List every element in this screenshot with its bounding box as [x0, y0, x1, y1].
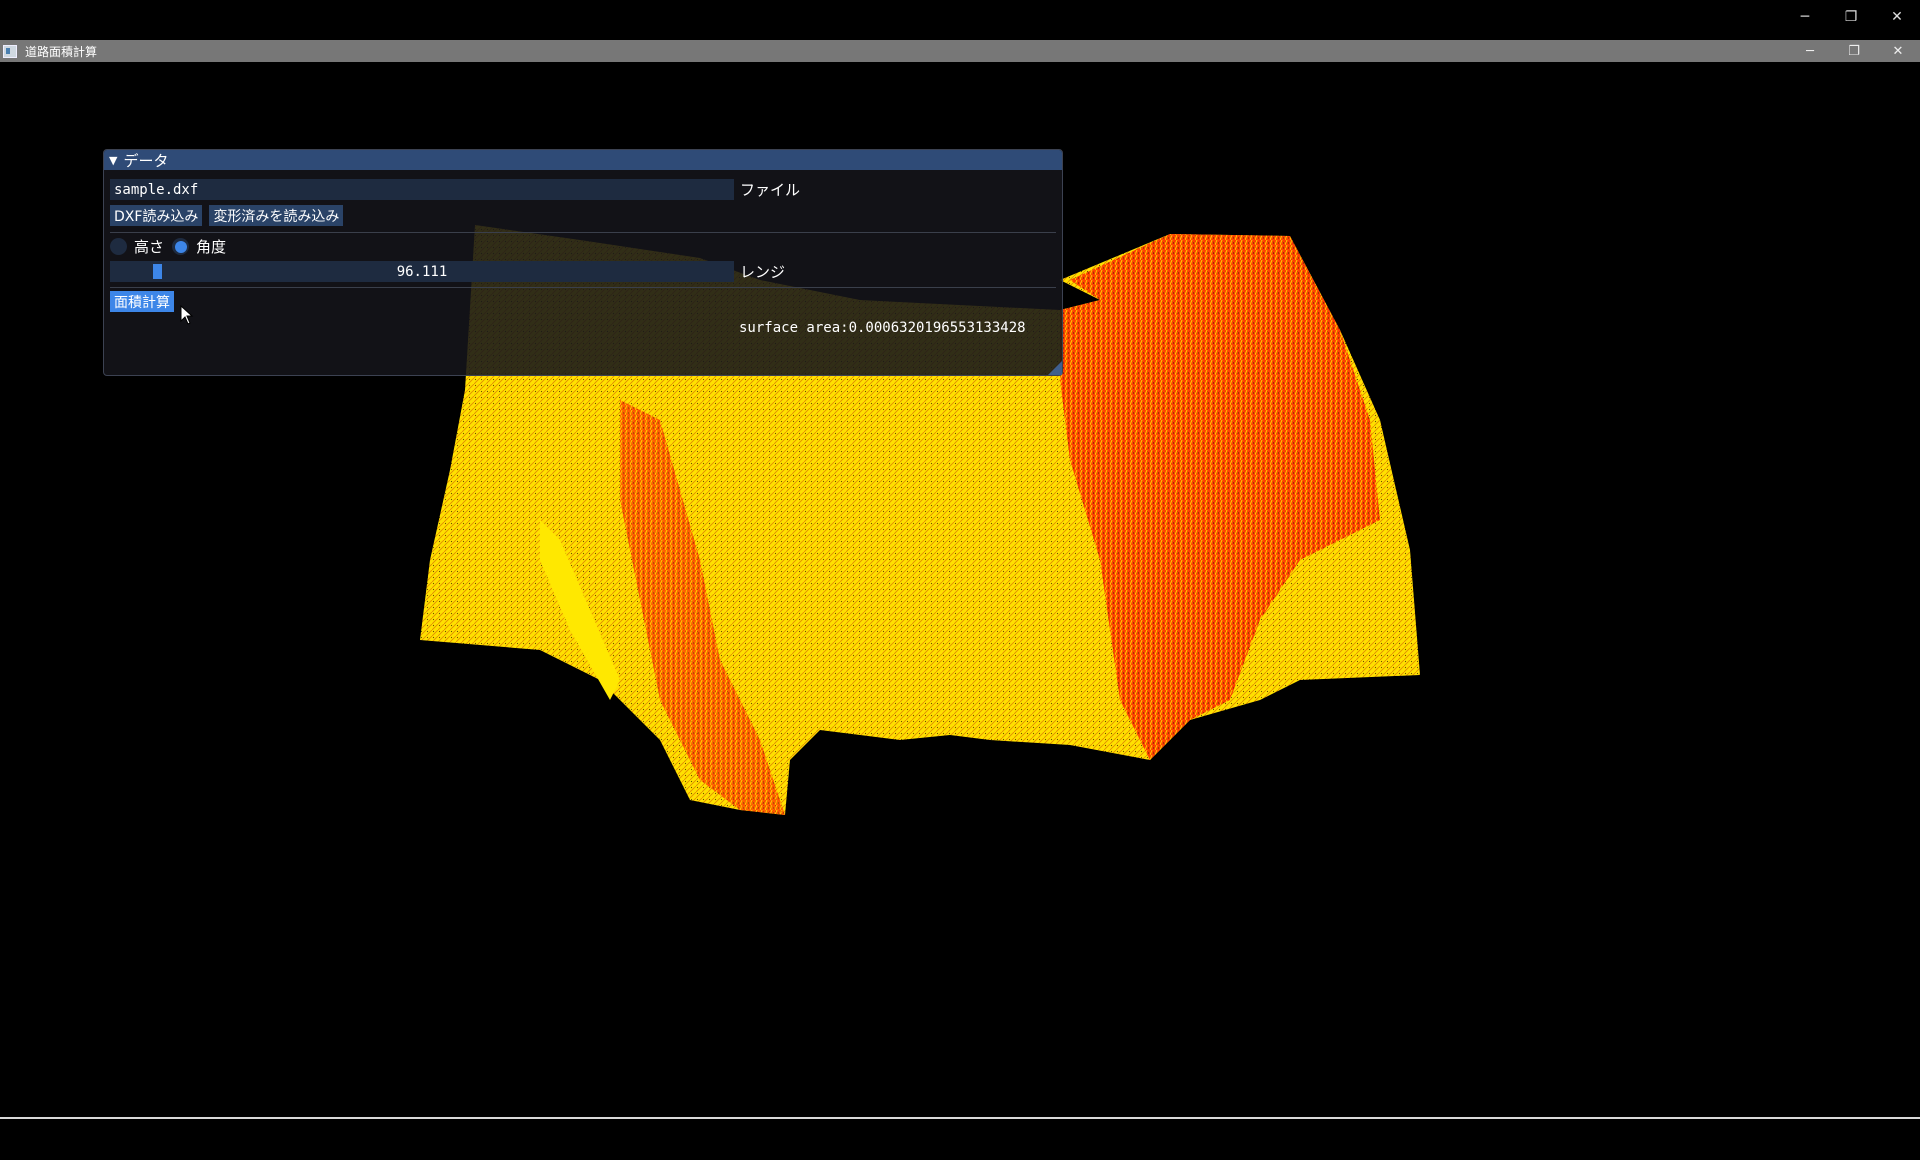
radio-height-label: 高さ: [134, 238, 165, 256]
separator: [110, 287, 1056, 288]
bottom-border: [0, 1117, 1920, 1119]
app-window-controls: ─ ❐ ✕: [1788, 40, 1920, 62]
outer-restore-button[interactable]: ❐: [1828, 0, 1874, 34]
restore-button[interactable]: ❐: [1832, 40, 1876, 62]
file-row: sample.dxf ファイル: [110, 179, 800, 200]
resize-grip[interactable]: [1048, 361, 1062, 375]
minimize-button[interactable]: ─: [1788, 40, 1832, 62]
app-icon: [3, 44, 17, 58]
compute-row: 面積計算: [110, 291, 181, 312]
range-slider[interactable]: 96.111: [110, 261, 734, 282]
radio-selected-dot: [174, 240, 187, 253]
range-label: レンジ: [740, 263, 786, 281]
app-titlebar: 道路面積計算 ─ ❐ ✕: [0, 40, 1920, 62]
load-buttons-row: DXF読み込み 変形済みを読み込み: [110, 205, 350, 226]
surface-area-result: surface area:0.0006320196553133428: [739, 320, 1026, 336]
collapse-triangle-icon[interactable]: ▼: [109, 154, 117, 167]
app-title: 道路面積計算: [25, 44, 98, 59]
range-value: 96.111: [396, 263, 448, 280]
mode-radio-row: 高さ 角度: [110, 236, 234, 257]
file-label: ファイル: [740, 181, 801, 199]
panel-header[interactable]: ▼ データ: [104, 150, 1062, 170]
outer-close-button[interactable]: ✕: [1874, 0, 1920, 34]
radio-height[interactable]: [110, 238, 127, 255]
close-button[interactable]: ✕: [1876, 40, 1920, 62]
radio-angle[interactable]: [172, 238, 190, 255]
data-panel: ▼ データ sample.dxf ファイル DXF読み込み 変形済みを読み込み …: [103, 149, 1063, 376]
load-transformed-button[interactable]: 変形済みを読み込み: [209, 205, 344, 226]
load-dxf-button[interactable]: DXF読み込み: [110, 205, 203, 226]
slider-grab-handle[interactable]: [153, 264, 162, 279]
file-input[interactable]: sample.dxf: [110, 179, 734, 200]
radio-angle-label: 角度: [196, 238, 227, 256]
range-row: 96.111 レンジ: [110, 261, 785, 282]
compute-area-button[interactable]: 面積計算: [110, 291, 174, 312]
outer-window-controls: ─ ❐ ✕: [1782, 0, 1920, 34]
panel-title: データ: [123, 151, 169, 170]
separator: [110, 232, 1056, 233]
outer-minimize-button[interactable]: ─: [1782, 0, 1828, 34]
mouse-cursor-icon: [180, 305, 194, 325]
